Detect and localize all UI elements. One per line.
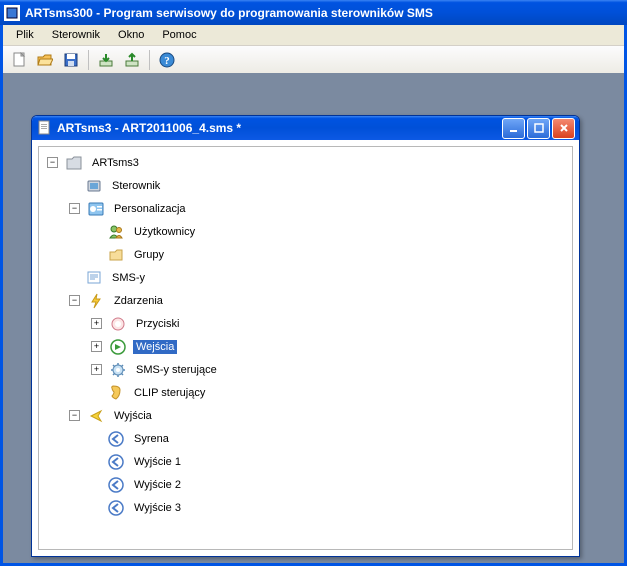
back-arrow-icon bbox=[106, 498, 126, 518]
tree-label[interactable]: SMS-y bbox=[109, 271, 148, 285]
folder-icon bbox=[64, 153, 84, 173]
menu-sterownik[interactable]: Sterownik bbox=[43, 27, 109, 43]
device-icon bbox=[84, 176, 104, 196]
tree-label[interactable]: Wyjście 1 bbox=[131, 455, 184, 469]
tree-label[interactable]: Wyjście 2 bbox=[131, 478, 184, 492]
phone-icon bbox=[106, 383, 126, 403]
toolbar-upload-button[interactable] bbox=[120, 48, 144, 72]
expander-icon[interactable]: + bbox=[91, 341, 102, 352]
back-arrow-icon bbox=[106, 475, 126, 495]
tree-node-wejscia[interactable]: + Wejścia bbox=[39, 335, 572, 358]
tree-label[interactable]: Wyjście 3 bbox=[131, 501, 184, 515]
main-window: ARTsms300 - Program serwisowy do program… bbox=[0, 0, 627, 566]
app-client-area: Plik Sterownik Okno Pomoc bbox=[3, 25, 624, 563]
tree-label[interactable]: ARTsms3 bbox=[89, 156, 142, 170]
tree-label[interactable]: Użytkownicy bbox=[131, 225, 198, 239]
tree-label[interactable]: Przyciski bbox=[133, 317, 182, 331]
tree-label[interactable]: Personalizacja bbox=[111, 202, 189, 216]
toolbar-new-button[interactable] bbox=[7, 48, 31, 72]
svg-text:?: ? bbox=[164, 55, 170, 67]
folder-icon bbox=[106, 245, 126, 265]
tree-node-smsy[interactable]: SMS-y bbox=[39, 266, 572, 289]
button-icon bbox=[108, 314, 128, 334]
tree-label[interactable]: Wejścia bbox=[133, 340, 177, 354]
maximize-button[interactable] bbox=[527, 118, 550, 139]
document-icon bbox=[36, 120, 52, 136]
back-arrow-icon bbox=[106, 452, 126, 472]
tree-node-personalizacja[interactable]: − Personalizacja bbox=[39, 197, 572, 220]
tree-node-uzytkownicy[interactable]: Użytkownicy bbox=[39, 220, 572, 243]
document-titlebar[interactable]: ARTsms3 - ART2011006_4.sms * bbox=[32, 116, 579, 140]
users-icon bbox=[106, 222, 126, 242]
toolbar-separator-2 bbox=[149, 50, 150, 70]
document-title: ARTsms3 - ART2011006_4.sms * bbox=[57, 121, 241, 135]
mdi-area: ARTsms3 - ART2011006_4.sms * bbox=[3, 73, 624, 563]
toolbar-help-button[interactable]: ? bbox=[155, 48, 179, 72]
tree-node-clip[interactable]: CLIP sterujący bbox=[39, 381, 572, 404]
tree-node-wyjscie-1[interactable]: Wyjście 1 bbox=[39, 450, 572, 473]
main-titlebar[interactable]: ARTsms300 - Program serwisowy do program… bbox=[0, 0, 627, 25]
toolbar-download-button[interactable] bbox=[94, 48, 118, 72]
tree-label[interactable]: Grupy bbox=[131, 248, 167, 262]
tree-label[interactable]: CLIP sterujący bbox=[131, 386, 208, 400]
output-arrow-icon bbox=[86, 406, 106, 426]
tree-node-root[interactable]: − ARTsms3 bbox=[39, 151, 572, 174]
back-arrow-icon bbox=[106, 429, 126, 449]
lightning-icon bbox=[86, 291, 106, 311]
toolbar: ? bbox=[3, 46, 624, 75]
app-title: ARTsms300 - Program serwisowy do program… bbox=[25, 6, 433, 20]
tree-label[interactable]: Zdarzenia bbox=[111, 294, 166, 308]
personalization-icon bbox=[86, 199, 106, 219]
tree-view[interactable]: − ARTsms3 bbox=[38, 146, 573, 550]
tree-node-zdarzenia[interactable]: − Zdarzenia bbox=[39, 289, 572, 312]
expander-icon[interactable]: − bbox=[69, 295, 80, 306]
tree-node-syrena[interactable]: Syrena bbox=[39, 427, 572, 450]
input-arrow-icon bbox=[108, 337, 128, 357]
expander-icon[interactable]: − bbox=[69, 410, 80, 421]
tree-label[interactable]: Syrena bbox=[131, 432, 172, 446]
expander-icon[interactable]: − bbox=[47, 157, 58, 168]
tree-node-smsy-sterujace[interactable]: + SMS-y sterujące bbox=[39, 358, 572, 381]
document-window: ARTsms3 - ART2011006_4.sms * bbox=[31, 115, 580, 557]
toolbar-open-button[interactable] bbox=[33, 48, 57, 72]
toolbar-save-button[interactable] bbox=[59, 48, 83, 72]
menu-plik[interactable]: Plik bbox=[7, 27, 43, 43]
sms-icon bbox=[84, 268, 104, 288]
menu-pomoc[interactable]: Pomoc bbox=[153, 27, 205, 43]
tree-node-sterownik[interactable]: Sterownik bbox=[39, 174, 572, 197]
toolbar-separator bbox=[88, 50, 89, 70]
tree-label[interactable]: SMS-y sterujące bbox=[133, 363, 220, 377]
menubar: Plik Sterownik Okno Pomoc bbox=[3, 25, 624, 46]
menu-okno[interactable]: Okno bbox=[109, 27, 153, 43]
tree-node-wyjscia[interactable]: − Wyjścia bbox=[39, 404, 572, 427]
tree-node-wyjscie-2[interactable]: Wyjście 2 bbox=[39, 473, 572, 496]
tree-node-przyciski[interactable]: + Przyciski bbox=[39, 312, 572, 335]
window-buttons bbox=[502, 118, 575, 139]
minimize-button[interactable] bbox=[502, 118, 525, 139]
expander-icon[interactable]: − bbox=[69, 203, 80, 214]
app-icon bbox=[4, 5, 20, 21]
expander-icon[interactable]: + bbox=[91, 364, 102, 375]
tree-node-grupy[interactable]: Grupy bbox=[39, 243, 572, 266]
gear-sms-icon bbox=[108, 360, 128, 380]
tree-label[interactable]: Sterownik bbox=[109, 179, 163, 193]
tree-node-wyjscie-3[interactable]: Wyjście 3 bbox=[39, 496, 572, 519]
tree-label[interactable]: Wyjścia bbox=[111, 409, 155, 423]
close-button[interactable] bbox=[552, 118, 575, 139]
expander-icon[interactable]: + bbox=[91, 318, 102, 329]
